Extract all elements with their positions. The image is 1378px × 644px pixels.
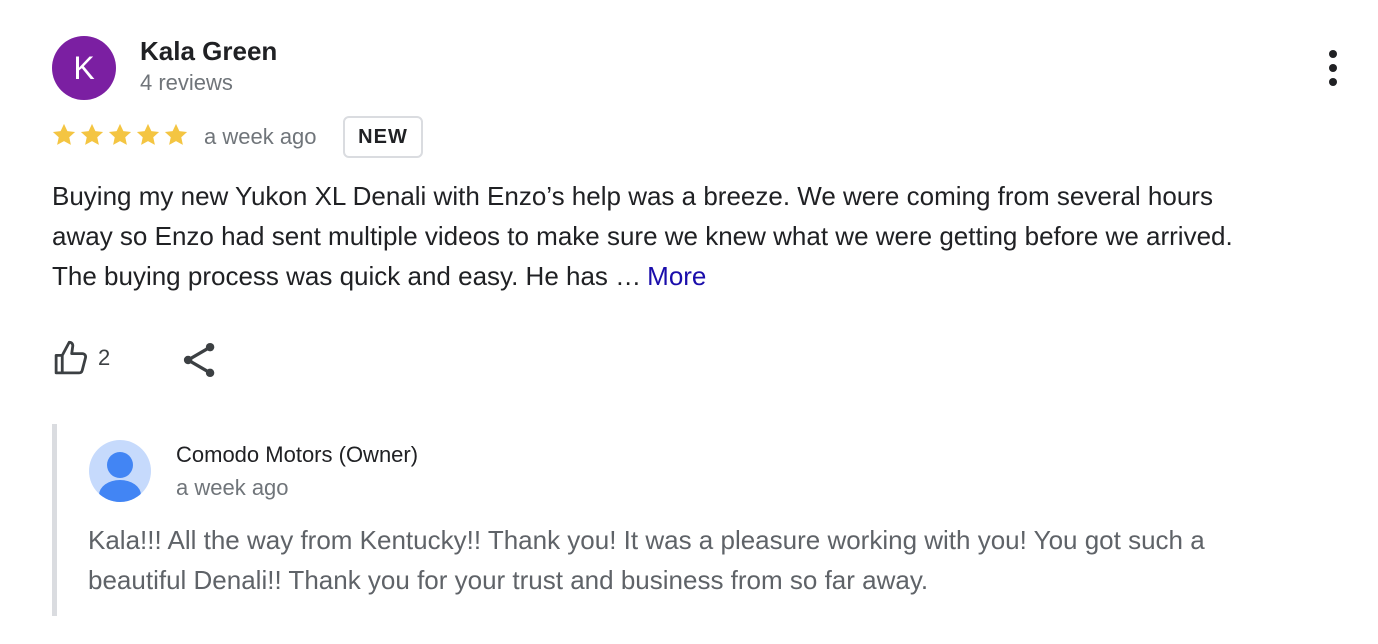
owner-avatar — [89, 440, 151, 502]
review-text-line-content: The buying process was quick and easy. H… — [52, 261, 642, 291]
share-button[interactable] — [178, 338, 222, 382]
like-count: 2 — [98, 345, 111, 370]
person-icon — [107, 452, 133, 478]
owner-response-text-line: beautiful Denali!! Thank you for your tr… — [88, 565, 929, 595]
star-icon — [80, 123, 104, 145]
more-vert-icon-dot — [1329, 78, 1337, 86]
star-rating — [50, 121, 190, 149]
like-button[interactable]: 2 — [50, 336, 110, 380]
owner-name: Comodo Motors (Owner) — [176, 442, 419, 467]
star-icon — [136, 123, 160, 145]
owner-response: Comodo Motors (Owner) a week ago Kala!!!… — [52, 424, 1357, 616]
owner-response-text-line: Kala!!! All the way from Kentucky!! Than… — [88, 525, 1205, 555]
review-text-line: Buying my new Yukon XL Denali with Enzo’… — [52, 181, 1213, 211]
review-text: Buying my new Yukon XL Denali with Enzo’… — [52, 176, 1352, 296]
more-options-button[interactable] — [1316, 46, 1352, 90]
person-icon-body — [99, 480, 141, 502]
more-vert-icon — [1329, 50, 1337, 58]
reviewer-avatar[interactable]: K — [52, 36, 116, 100]
share-icon — [183, 342, 215, 378]
review-time: a week ago — [204, 124, 317, 149]
star-icon — [108, 123, 132, 145]
star-icon — [164, 123, 188, 145]
review-text-line: away so Enzo had sent multiple videos to… — [52, 221, 1233, 251]
new-badge: NEW — [343, 116, 423, 158]
reviewer-name[interactable]: Kala Green — [140, 36, 277, 67]
owner-response-time: a week ago — [176, 475, 289, 500]
review-text-line: The buying process was quick and easy. H… — [52, 256, 1352, 296]
more-vert-icon-dot — [1329, 64, 1337, 72]
thumb-up-icon — [54, 340, 88, 375]
star-icon — [52, 123, 76, 145]
more-link[interactable]: More — [647, 261, 706, 291]
reviewer-review-count: 4 reviews — [140, 70, 233, 95]
owner-response-text: Kala!!! All the way from Kentucky!! Than… — [88, 520, 1348, 600]
